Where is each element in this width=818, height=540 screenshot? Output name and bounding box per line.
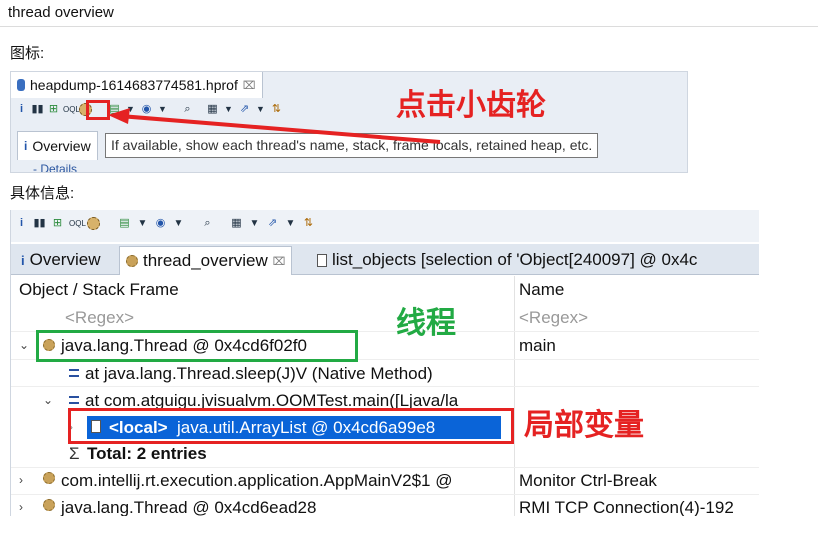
thread-object-label: com.intellij.rt.execution.application.Ap… [61, 471, 453, 490]
run-report-icon[interactable]: ▤ [118, 217, 131, 230]
tab-label: Overview [29, 250, 101, 269]
gear-icon[interactable] [87, 217, 100, 230]
total-label: Total: 2 entries [87, 444, 207, 463]
info-icon: i [24, 139, 28, 153]
table-icon[interactable]: ▦ [230, 217, 243, 230]
oql-icon[interactable]: OQL [63, 103, 80, 116]
oql-icon[interactable]: OQL [69, 217, 86, 230]
expand-chevron[interactable]: › [19, 467, 23, 494]
gear-icon [43, 472, 55, 484]
dominator-tree-icon[interactable]: ⊞ [51, 217, 64, 230]
thread-name: RMI TCP Connection(4)-192 [519, 498, 734, 516]
arrow-line [119, 114, 441, 144]
info-icon[interactable]: i [15, 217, 28, 230]
tab-label: list_objects [selection of 'Object[24009… [332, 250, 698, 269]
expand-chevron[interactable]: ⌄ [19, 332, 29, 359]
file-tab-label: heapdump-1614683774581.hprof [30, 77, 238, 93]
regex-filter-row: <Regex> <Regex> [11, 304, 759, 331]
window-title-bar: thread overview [0, 0, 818, 27]
stack-frame-label: at java.lang.Thread.sleep(J)V (Native Me… [85, 364, 433, 383]
list-icon [317, 253, 327, 267]
database-icon [17, 79, 25, 91]
tab-overview-label: Overview [32, 138, 91, 154]
file-tab-heapdump[interactable]: heapdump-1614683774581.hprof ⌧ [11, 72, 263, 98]
expand-chevron[interactable]: › [19, 494, 23, 516]
regex-filter-name[interactable]: <Regex> [519, 304, 588, 331]
close-icon[interactable]: ⌧ [273, 255, 286, 268]
chevron-down-icon[interactable]: ▼ [284, 217, 297, 230]
local-variable-highlight-box [68, 408, 514, 444]
column-header-name[interactable]: Name [519, 276, 564, 303]
annotation-click-gear: 点击小齿轮 [396, 88, 546, 123]
thread-highlight-box [36, 330, 358, 362]
editor-tabs: i Overview thread_overview ⌧ list_object… [11, 244, 759, 275]
info-icon[interactable]: i [15, 103, 28, 116]
icon-section-label: 图标: [10, 45, 45, 62]
info-icon: i [21, 252, 25, 268]
chevron-down-icon[interactable]: ▼ [136, 217, 149, 230]
thread-object-label: java.lang.Thread @ 0x4cd6ead28 [61, 498, 317, 516]
gear-icon [126, 255, 138, 267]
sum-icon: Σ [69, 444, 80, 463]
annotation-local-variable: 局部变量 [524, 408, 644, 443]
regex-filter-object[interactable]: <Regex> [65, 304, 134, 331]
close-icon[interactable]: ⌧ [243, 79, 256, 92]
details-heading: - Details [33, 162, 78, 173]
window-title: thread overview [8, 4, 114, 21]
histogram-icon[interactable]: ▮▮ [31, 103, 44, 116]
tab-list-objects[interactable]: list_objects [selection of 'Object[24009… [311, 246, 703, 274]
tree-row-thread[interactable]: › java.lang.Thread @ 0x4cd6ead28 RMI TCP… [11, 494, 759, 516]
detail-section-label: 具体信息: [10, 185, 75, 202]
annotation-thread: 线程 [396, 306, 456, 341]
export-icon[interactable]: ⇗ [266, 217, 279, 230]
chevron-down-icon[interactable]: ▼ [172, 217, 185, 230]
mat-toolbar-large: i ▮▮ ⊞ OQL ▤ ▼ ◉ ▼ ⌕ ▦ ▼ ⇗ ▼ ⇅ [11, 210, 759, 242]
arrow-head [108, 108, 130, 124]
thread-name: Monitor Ctrl-Break [519, 471, 657, 490]
search-icon[interactable]: ⌕ [201, 217, 214, 230]
compare-icon[interactable]: ⇅ [302, 217, 315, 230]
chevron-down-icon[interactable]: ▼ [248, 217, 261, 230]
thread-overview-screenshot: i ▮▮ ⊞ OQL ▤ ▼ ◉ ▼ ⌕ ▦ ▼ ⇗ ▼ ⇅ i Overvie… [10, 210, 759, 516]
gear-icon [43, 499, 55, 511]
histogram-icon[interactable]: ▮▮ [33, 217, 46, 230]
tab-thread-overview[interactable]: thread_overview ⌧ [119, 246, 293, 275]
tab-overview[interactable]: i Overview [17, 131, 98, 160]
column-header-object[interactable]: Object / Stack Frame [19, 276, 179, 303]
query-browser-icon[interactable]: ◉ [154, 217, 167, 230]
stack-frame-icon [69, 369, 79, 377]
thread-name: main [519, 336, 556, 355]
dominator-tree-icon[interactable]: ⊞ [47, 103, 60, 116]
tab-overview[interactable]: i Overview [15, 246, 106, 274]
expand-chevron[interactable]: ⌄ [43, 387, 53, 414]
stack-frame-icon [69, 396, 79, 404]
tree-row-stack-frame[interactable]: at java.lang.Thread.sleep(J)V (Native Me… [11, 360, 759, 387]
tree-row-thread[interactable]: › com.intellij.rt.execution.application.… [11, 467, 759, 494]
tab-label: thread_overview [143, 251, 268, 270]
tree-row-total: Σ Total: 2 entries [11, 440, 759, 467]
